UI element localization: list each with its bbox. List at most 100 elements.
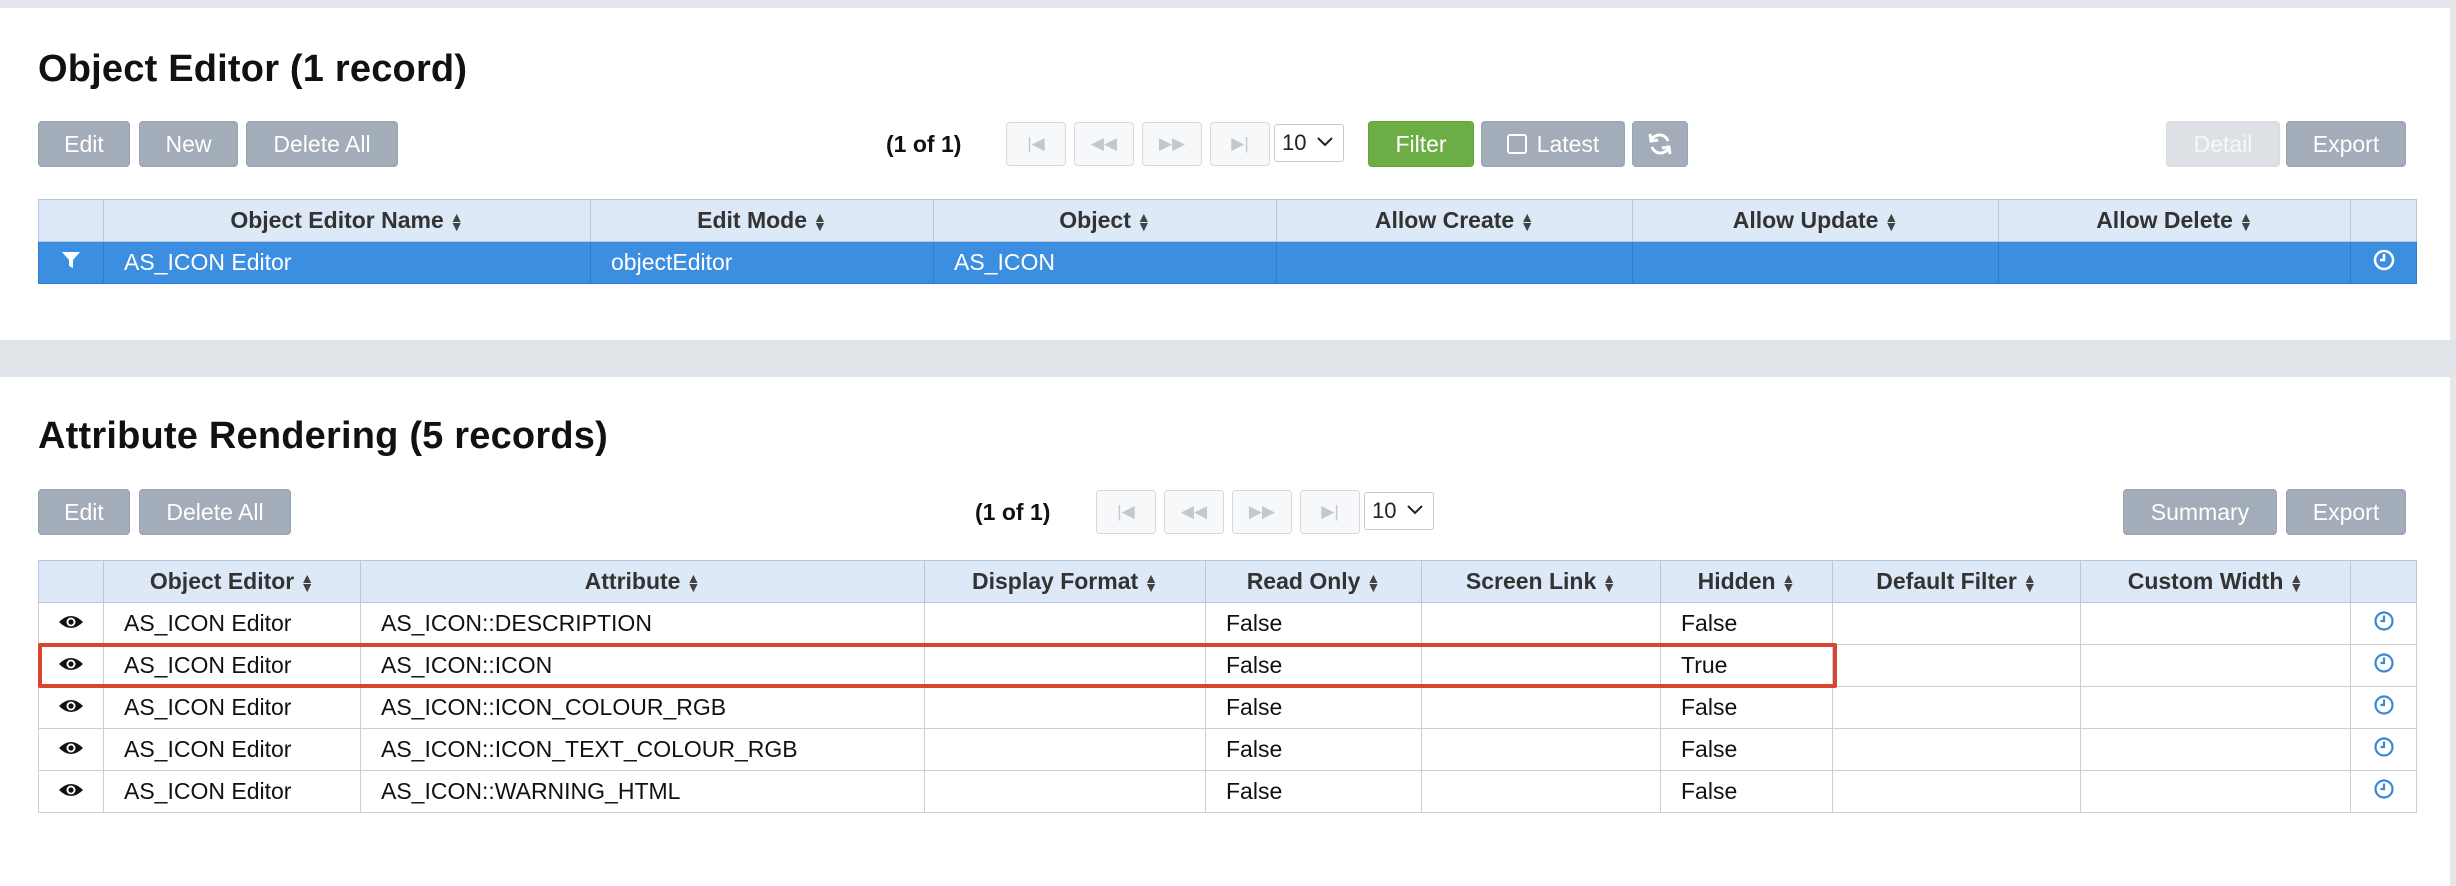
- first-page-button[interactable]: |◀: [1006, 122, 1066, 166]
- cell-object: AS_ICON: [933, 241, 1277, 284]
- table-row[interactable]: AS_ICON Editor AS_ICON::ICON False True: [38, 644, 2417, 687]
- sort-icon: ▲ ▼: [1781, 569, 1796, 595]
- table-row[interactable]: AS_ICON Editor AS_ICON::ICON_COLOUR_RGB Fa…: [38, 686, 2417, 729]
- row-history-cell[interactable]: [2350, 728, 2417, 771]
- panel-separator: [0, 340, 2456, 377]
- sort-icon: ▲ ▼: [2289, 569, 2304, 595]
- edit-button[interactable]: Edit: [38, 489, 130, 535]
- table-row[interactable]: AS_ICON Editor objectEditor AS_ICON: [38, 241, 2417, 284]
- cell-custom-width: [2080, 602, 2351, 645]
- row-view-cell[interactable]: [38, 686, 104, 729]
- row-history-cell[interactable]: [2350, 241, 2417, 284]
- header-allow-delete[interactable]: Allow Delete ▲ ▼: [1998, 199, 2351, 242]
- edit-button[interactable]: Edit: [38, 121, 130, 167]
- row-history-cell[interactable]: [2350, 686, 2417, 729]
- cell-hidden: False: [1660, 602, 1833, 645]
- header-action-column: [38, 199, 104, 242]
- table-row[interactable]: AS_ICON Editor AS_ICON::WARNING_HTML False…: [38, 770, 2417, 813]
- first-page-button[interactable]: |◀: [1096, 490, 1156, 534]
- row-history-cell[interactable]: [2350, 770, 2417, 813]
- header-object-editor[interactable]: Object Editor ▲ ▼: [103, 560, 361, 603]
- eye-icon: [59, 658, 83, 670]
- header-allow-update[interactable]: Allow Update ▲ ▼: [1632, 199, 1999, 242]
- sort-icon: ▲ ▼: [1366, 569, 1381, 595]
- filter-button[interactable]: Filter: [1368, 121, 1474, 167]
- latest-checkbox[interactable]: [1506, 134, 1527, 154]
- row-filter-cell[interactable]: [38, 241, 104, 284]
- row-view-cell[interactable]: [38, 770, 104, 813]
- cell-screen-link: [1421, 770, 1661, 813]
- cell-display-format: [924, 644, 1206, 687]
- detail-button[interactable]: Detail: [2166, 121, 2280, 167]
- row-history-cell[interactable]: [2350, 602, 2417, 645]
- funnel-icon: [62, 252, 80, 268]
- eye-icon: [59, 616, 83, 628]
- header-hidden[interactable]: Hidden ▲ ▼: [1660, 560, 1833, 603]
- pager-status: (1 of 1): [975, 498, 1051, 525]
- cell-object-editor: AS_ICON Editor: [103, 644, 361, 687]
- header-default-filter[interactable]: Default Filter ▲ ▼: [1832, 560, 2081, 603]
- table-row[interactable]: AS_ICON Editor AS_ICON::DESCRIPTION False F…: [38, 602, 2417, 645]
- row-history-cell[interactable]: [2350, 644, 2417, 687]
- next-page-button[interactable]: ▶▶: [1142, 122, 1202, 166]
- panel-title: Attribute Rendering (5 records): [38, 415, 608, 457]
- cell-read-only: False: [1205, 644, 1422, 687]
- header-allow-create[interactable]: Allow Create ▲ ▼: [1276, 199, 1633, 242]
- header-display-format[interactable]: Display Format ▲ ▼: [924, 560, 1206, 603]
- table-header-row: Object Editor Name ▲ ▼ Edit Mode ▲ ▼ Object ▲…: [38, 199, 2417, 242]
- row-view-cell[interactable]: [38, 644, 104, 687]
- delete-all-button[interactable]: Delete All: [246, 121, 398, 167]
- cell-read-only: False: [1205, 686, 1422, 729]
- header-attribute[interactable]: Attribute ▲ ▼: [360, 560, 925, 603]
- row-view-cell[interactable]: [38, 728, 104, 771]
- cell-screen-link: [1421, 728, 1661, 771]
- next-page-icon: ▶▶: [1248, 502, 1276, 521]
- new-button[interactable]: New: [139, 121, 238, 167]
- summary-button[interactable]: Summary: [2123, 489, 2277, 535]
- last-page-button[interactable]: ▶|: [1300, 490, 1360, 534]
- row-view-cell[interactable]: [38, 602, 104, 645]
- sort-icon: ▲ ▼: [1136, 208, 1151, 234]
- cell-screen-link: [1421, 644, 1661, 687]
- export-button[interactable]: Export: [2286, 121, 2406, 167]
- cell-default-filter: [1832, 728, 2081, 771]
- page-size-select[interactable]: 10: [1274, 124, 1344, 162]
- cell-object-editor: AS_ICON Editor: [103, 686, 361, 729]
- header-object[interactable]: Object ▲ ▼: [933, 199, 1277, 242]
- cell-allow-update: [1632, 241, 1999, 284]
- clock-icon: [2373, 694, 2394, 715]
- cell-attribute: AS_ICON::WARNING_HTML: [360, 770, 925, 813]
- sort-icon: ▲ ▼: [1602, 569, 1617, 595]
- pager-status: (1 of 1): [886, 130, 962, 157]
- cell-display-format: [924, 770, 1206, 813]
- next-page-icon: ▶▶: [1158, 134, 1186, 153]
- refresh-icon: [1648, 133, 1672, 155]
- cell-custom-width: [2080, 770, 2351, 813]
- refresh-button[interactable]: [1632, 121, 1688, 167]
- table-row[interactable]: AS_ICON Editor AS_ICON::ICON_TEXT_COLOUR_…: [38, 728, 2417, 771]
- top-bar: [0, 0, 2456, 8]
- table-header-row: Object Editor ▲ ▼ Attribute ▲ ▼ Display Form…: [38, 560, 2417, 603]
- header-object-editor-name[interactable]: Object Editor Name ▲ ▼: [103, 199, 591, 242]
- page-size-select[interactable]: 10: [1364, 492, 1434, 530]
- latest-toggle-button[interactable]: Latest: [1481, 121, 1625, 167]
- next-page-button[interactable]: ▶▶: [1232, 490, 1292, 534]
- export-button[interactable]: Export: [2286, 489, 2406, 535]
- previous-page-icon: ◀◀: [1090, 134, 1118, 153]
- previous-page-button[interactable]: ◀◀: [1164, 490, 1224, 534]
- cell-custom-width: [2080, 728, 2351, 771]
- header-custom-width[interactable]: Custom Width ▲ ▼: [2080, 560, 2351, 603]
- cell-hidden: True: [1660, 644, 1833, 687]
- header-edit-mode[interactable]: Edit Mode ▲ ▼: [590, 199, 934, 242]
- header-screen-link[interactable]: Screen Link ▲ ▼: [1421, 560, 1661, 603]
- previous-page-button[interactable]: ◀◀: [1074, 122, 1134, 166]
- clock-icon: [2373, 610, 2394, 631]
- first-page-icon: |◀: [1117, 502, 1135, 521]
- header-read-only[interactable]: Read Only ▲ ▼: [1205, 560, 1422, 603]
- latest-label: Latest: [1536, 130, 1600, 157]
- last-page-button[interactable]: ▶|: [1210, 122, 1270, 166]
- sort-icon: ▲ ▼: [813, 208, 827, 234]
- eye-icon: [59, 742, 83, 754]
- object-editor-table: Object Editor Name ▲ ▼ Edit Mode ▲ ▼ Object ▲…: [38, 199, 2417, 284]
- delete-all-button[interactable]: Delete All: [139, 489, 291, 535]
